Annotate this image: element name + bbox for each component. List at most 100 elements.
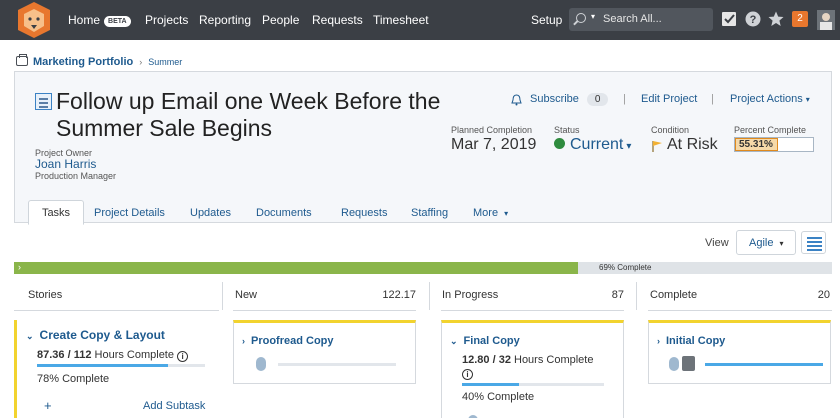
view-mode-dropdown[interactable]: Agile ▾ [736, 230, 796, 255]
column-divider [222, 282, 223, 310]
tab-more[interactable]: More ▾ [473, 207, 508, 219]
column-new-header: New [235, 289, 258, 301]
chevron-down-icon[interactable]: ⌄ [26, 331, 34, 341]
task-hours: 12.80 / 32 Hours Complete [462, 354, 593, 366]
tab-project-details[interactable]: Project Details [94, 207, 165, 219]
chevron-right-icon[interactable]: › [657, 336, 660, 346]
beta-badge: BETA [104, 16, 131, 27]
percent-complete-value: 55.31% [739, 139, 773, 150]
column-in-progress-total: 87 [611, 289, 624, 301]
star-icon[interactable] [768, 11, 784, 27]
status-dropdown[interactable]: Current ▾ [554, 136, 631, 154]
column-underline [441, 310, 624, 311]
task-card[interactable]: › Proofread Copy [233, 320, 416, 384]
task-title-text: Initial Copy [666, 335, 726, 347]
column-in-progress-header: In Progress [442, 289, 499, 301]
svg-text:?: ? [750, 14, 757, 26]
breadcrumb: Marketing Portfolio › Summer [16, 54, 182, 68]
column-underline [648, 310, 832, 311]
add-icon[interactable]: + [44, 398, 52, 413]
user-avatar-icon[interactable] [817, 10, 835, 30]
project-title: Follow up Email one Week Before the Summ… [56, 88, 441, 141]
lion-logo-icon[interactable] [15, 1, 53, 39]
column-divider [636, 282, 637, 310]
tab-documents[interactable]: Documents [256, 207, 312, 219]
chevron-right-icon[interactable]: › [242, 336, 245, 346]
column-divider [429, 282, 430, 310]
info-icon[interactable]: i [462, 369, 473, 380]
task-card[interactable]: › Initial Copy [648, 320, 831, 384]
planned-completion-value: Mar 7, 2019 [451, 136, 537, 153]
project-progress-fill [14, 262, 579, 274]
view-mode-value: Agile [749, 237, 774, 249]
task-progress-bar [705, 363, 823, 366]
assignee-photo-avatar [682, 356, 695, 371]
task-card[interactable]: ⌄ Final Copy 12.80 / 32 Hours Complete i … [441, 320, 624, 418]
nav-requests[interactable]: Requests [312, 13, 363, 27]
nav-home-label: Home [68, 13, 101, 27]
percent-complete-label: Percent Complete [734, 125, 807, 135]
tab-tasks[interactable]: Tasks [28, 200, 84, 225]
nav-people[interactable]: People [262, 13, 299, 27]
project-progress-bar: › 69% Complete [14, 262, 832, 274]
subscribe-button[interactable]: Subscribe 0 [530, 93, 609, 106]
percent-complete-bar: 55.31% [734, 137, 814, 152]
column-underline [14, 310, 219, 311]
chevron-down-icon[interactable]: ⌄ [450, 336, 458, 346]
story-title[interactable]: ⌄ Create Copy & Layout [26, 328, 165, 342]
project-actions-dropdown[interactable]: Project Actions ▾ [730, 93, 810, 105]
at-risk-flag-icon [652, 141, 662, 152]
owner-role: Production Manager [35, 171, 117, 181]
task-title[interactable]: ⌄ Final Copy [450, 335, 520, 347]
story-hours: 87.36 / 112 Hours Complete i [37, 349, 189, 362]
board-layout-button[interactable] [801, 231, 826, 254]
chevron-down-icon: ▾ [626, 141, 632, 152]
notification-badge[interactable]: 2 [792, 11, 808, 27]
condition-value: At Risk [667, 136, 718, 153]
help-icon[interactable]: ? [745, 11, 761, 27]
column-underline [233, 310, 416, 311]
chevron-down-icon: ▾ [805, 95, 810, 104]
project-actions-label: Project Actions [730, 93, 803, 105]
tab-more-label: More [473, 207, 499, 219]
task-title-text: Final Copy [463, 335, 520, 347]
task-progress-fill [462, 383, 519, 386]
nav-setup[interactable]: Setup [531, 13, 562, 27]
project-icon [35, 93, 52, 110]
column-complete-header: Complete [650, 289, 698, 301]
breadcrumb-portfolio[interactable]: Marketing Portfolio [33, 56, 133, 68]
view-label: View [705, 237, 729, 249]
info-icon[interactable]: i [177, 351, 189, 362]
portfolio-icon [16, 54, 28, 66]
task-title[interactable]: › Initial Copy [657, 335, 725, 347]
status-dot-icon [554, 138, 565, 149]
chevron-down-icon[interactable]: ▾ [591, 12, 595, 21]
story-progress-fill [37, 364, 169, 367]
chevron-down-icon: ▾ [504, 209, 509, 218]
search-icon [576, 13, 586, 23]
checkbox-icon[interactable] [721, 11, 737, 27]
bell-icon [511, 94, 522, 106]
edit-project-button[interactable]: Edit Project [641, 93, 697, 105]
chevron-right-icon[interactable]: › [18, 262, 21, 272]
task-hours-label: Hours Complete [510, 354, 594, 366]
breadcrumb-program[interactable]: Summer [148, 57, 182, 67]
story-progress-bar [37, 364, 205, 367]
tab-staffing[interactable]: Staffing [411, 207, 448, 219]
story-hours-label: Hours Complete [91, 349, 175, 361]
nav-timesheet[interactable]: Timesheet [373, 13, 429, 27]
global-search-input[interactable]: ▾ Search All... [569, 8, 713, 31]
task-title[interactable]: › Proofread Copy [242, 335, 334, 347]
tab-updates[interactable]: Updates [190, 207, 231, 219]
tab-requests[interactable]: Requests [341, 207, 387, 219]
owner-name[interactable]: Joan Harris [35, 157, 96, 171]
nav-reporting[interactable]: Reporting [199, 13, 251, 27]
column-stories-header: Stories [28, 289, 63, 301]
story-card[interactable]: ⌄ Create Copy & Layout 87.36 / 112 Hours … [14, 320, 219, 418]
task-hours-value: 12.80 / 32 [462, 354, 511, 366]
add-subtask-button[interactable]: Add Subtask [143, 400, 205, 412]
nav-projects[interactable]: Projects [145, 13, 188, 27]
nav-home[interactable]: Home BETA [68, 13, 131, 27]
planned-completion-label: Planned Completion [451, 125, 533, 135]
subscriber-count: 0 [586, 93, 609, 106]
